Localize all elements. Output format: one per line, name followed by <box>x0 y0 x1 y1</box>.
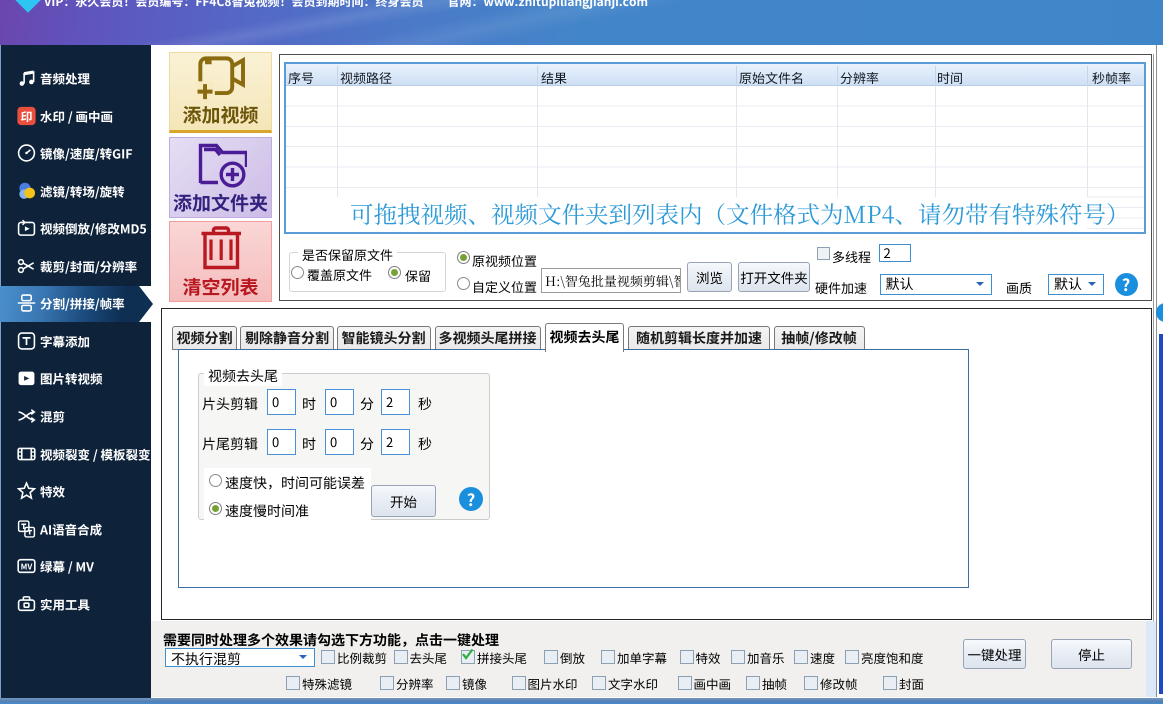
svg-text:印: 印 <box>21 107 33 124</box>
svg-text:MV: MV <box>21 562 33 573</box>
